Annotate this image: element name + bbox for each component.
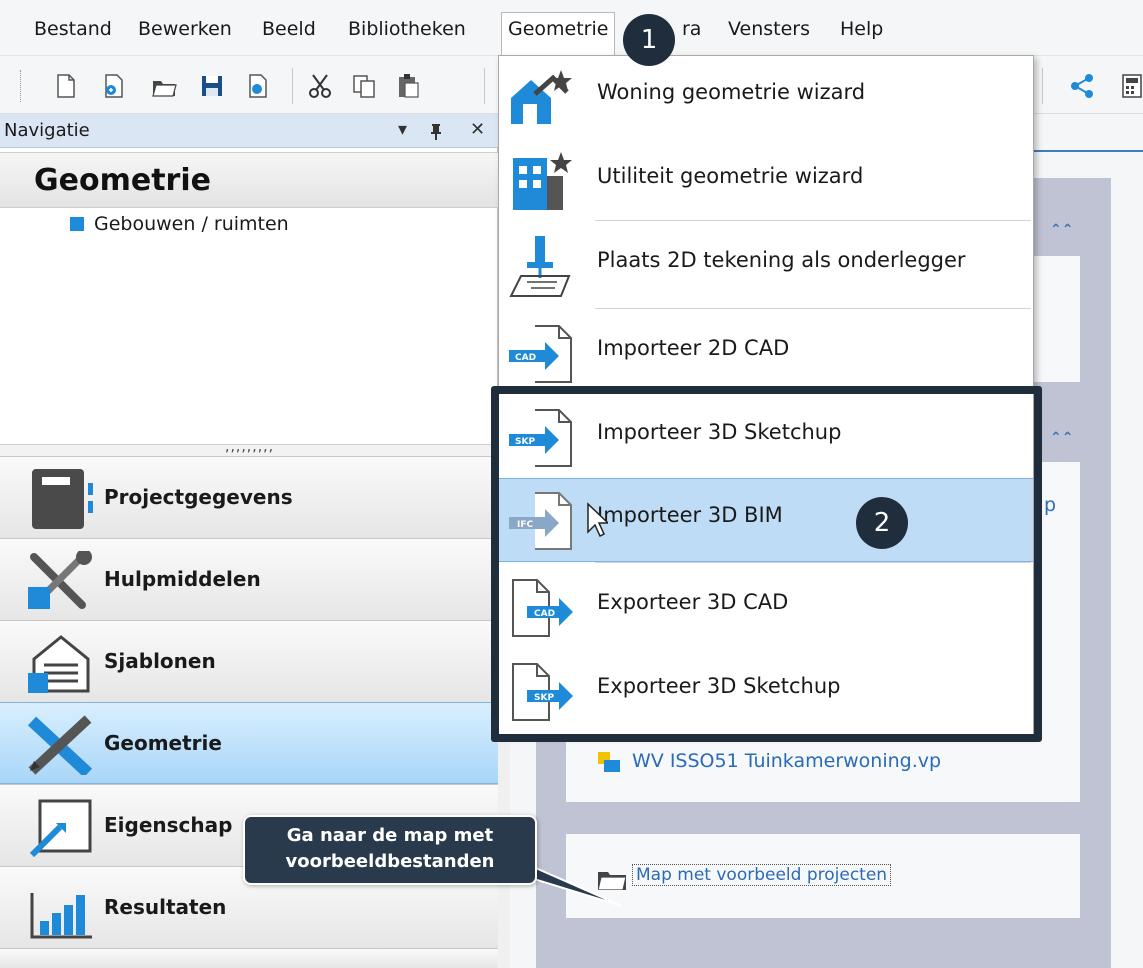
- annotation-highlight-frame: [491, 386, 1042, 742]
- recent-project-link[interactable]: WV ISSO51 Tuinkamerwoning.vp: [632, 750, 941, 772]
- panel-splitter[interactable]: ,,,,,,,,,: [0, 439, 498, 456]
- collapse-chevron-icon[interactable]: ⌃⌃: [1050, 222, 1073, 238]
- menu-item-label: Plaats 2D tekening als onderlegger: [597, 248, 966, 272]
- open-folder-icon[interactable]: [150, 72, 178, 100]
- navigation-header-title: Geometrie: [34, 163, 211, 198]
- svg-text:CAD: CAD: [515, 353, 536, 363]
- menu-extra[interactable]: ra: [678, 14, 705, 44]
- menu-help[interactable]: Help: [836, 14, 887, 44]
- house-star-icon: [511, 70, 572, 124]
- section-label: Projectgegevens: [104, 485, 293, 509]
- dropdown-arrow-icon[interactable]: ▾: [398, 119, 407, 140]
- place-drawing-icon: [509, 236, 571, 297]
- new-from-template-icon[interactable]: [100, 72, 128, 100]
- section-sjablonen[interactable]: Sjablonen: [0, 620, 498, 702]
- callout-line-2: voorbeeldbestanden: [285, 851, 495, 872]
- cut-icon[interactable]: [306, 72, 334, 100]
- project-file-icon: [598, 752, 620, 772]
- copy-icon[interactable]: [350, 72, 378, 100]
- import-cad-icon: CAD: [509, 325, 572, 383]
- toolbar-separator: [1042, 68, 1043, 104]
- menu-item-importeer-2d-cad[interactable]: CAD Importeer 2D CAD: [499, 312, 1033, 396]
- section-geometrie[interactable]: Geometrie: [0, 702, 498, 784]
- paste-icon[interactable]: [394, 72, 422, 100]
- close-panel-icon[interactable]: ✕: [470, 119, 485, 140]
- menu-bar: Bestand Bewerken Beeld Bibliotheken Geom…: [0, 0, 1143, 56]
- callout-line-1: Ga naar de map met: [286, 825, 494, 846]
- section-label: Resultaten: [104, 895, 227, 919]
- square-bullet-icon: [70, 217, 84, 231]
- menu-separator: [595, 308, 1031, 309]
- notebook-icon: [32, 469, 93, 529]
- menu-item-woning-wizard[interactable]: Woning geometrie wizard: [499, 56, 1033, 140]
- properties-icon: [29, 799, 92, 857]
- menu-bestand[interactable]: Bestand: [30, 14, 116, 44]
- calculator-icon[interactable]: [1118, 72, 1143, 100]
- recent-project-link-partial[interactable]: p: [1044, 494, 1056, 516]
- example-projects-folder-link[interactable]: Map met voorbeeld projecten: [632, 864, 892, 886]
- save-as-icon[interactable]: [244, 72, 272, 100]
- section-hulpmiddelen[interactable]: Hulpmiddelen: [0, 538, 498, 620]
- menu-item-utiliteit-wizard[interactable]: Utiliteit geometrie wizard: [499, 140, 1033, 224]
- navigation-title: Navigatie: [4, 120, 90, 141]
- template-house-icon: [28, 635, 90, 693]
- toolbar-grip[interactable]: [20, 70, 23, 102]
- menu-item-label: Utiliteit geometrie wizard: [597, 164, 864, 188]
- building-star-icon: [513, 152, 572, 210]
- navigation-title-bar: Navigatie ▾ ✕: [0, 114, 498, 148]
- menu-item-label: Woning geometrie wizard: [597, 80, 866, 104]
- tools-icon: [28, 551, 92, 609]
- step-marker-2: 2: [856, 497, 908, 549]
- section-label: Sjablonen: [104, 649, 216, 673]
- menu-bibliotheken[interactable]: Bibliotheken: [344, 14, 470, 44]
- pin-icon[interactable]: [428, 122, 444, 140]
- step-marker-1: 1: [623, 14, 675, 66]
- navigation-header: Geometrie: [0, 152, 498, 208]
- menu-item-plaats-2d-tekening[interactable]: Plaats 2D tekening als onderlegger: [499, 224, 1033, 308]
- section-label: Geometrie: [104, 731, 222, 755]
- tooltip-callout: Ga naar de map met voorbeeldbestanden: [243, 815, 537, 885]
- splitter-grip: ,,,,,,,,,: [225, 439, 275, 455]
- new-file-icon[interactable]: [52, 72, 80, 100]
- tree-item-gebouwen[interactable]: Gebouwen / ruimten: [70, 213, 289, 235]
- menu-separator: [595, 220, 1031, 221]
- save-icon[interactable]: [198, 72, 226, 100]
- menu-bewerken[interactable]: Bewerken: [134, 14, 236, 44]
- menu-geometrie[interactable]: Geometrie: [501, 12, 616, 55]
- toolbar-separator: [484, 68, 485, 104]
- bar-chart-icon: [30, 893, 92, 939]
- section-label: Hulpmiddelen: [104, 567, 261, 591]
- menu-item-label: Importeer 2D CAD: [597, 336, 790, 360]
- geometry-tools-icon: [27, 715, 93, 775]
- collapse-chevron-icon[interactable]: ⌃⌃: [1050, 430, 1073, 446]
- section-projectgegevens[interactable]: Projectgegevens: [0, 456, 498, 538]
- menu-beeld[interactable]: Beeld: [258, 14, 320, 44]
- mouse-cursor-icon: [587, 502, 608, 538]
- tree-item-label: Gebouwen / ruimten: [94, 213, 289, 235]
- share-icon[interactable]: [1068, 72, 1096, 100]
- menu-vensters[interactable]: Vensters: [724, 14, 814, 44]
- section-next[interactable]: [0, 948, 498, 968]
- toolbar-separator: [292, 68, 293, 104]
- section-label: Eigenschap: [104, 813, 233, 837]
